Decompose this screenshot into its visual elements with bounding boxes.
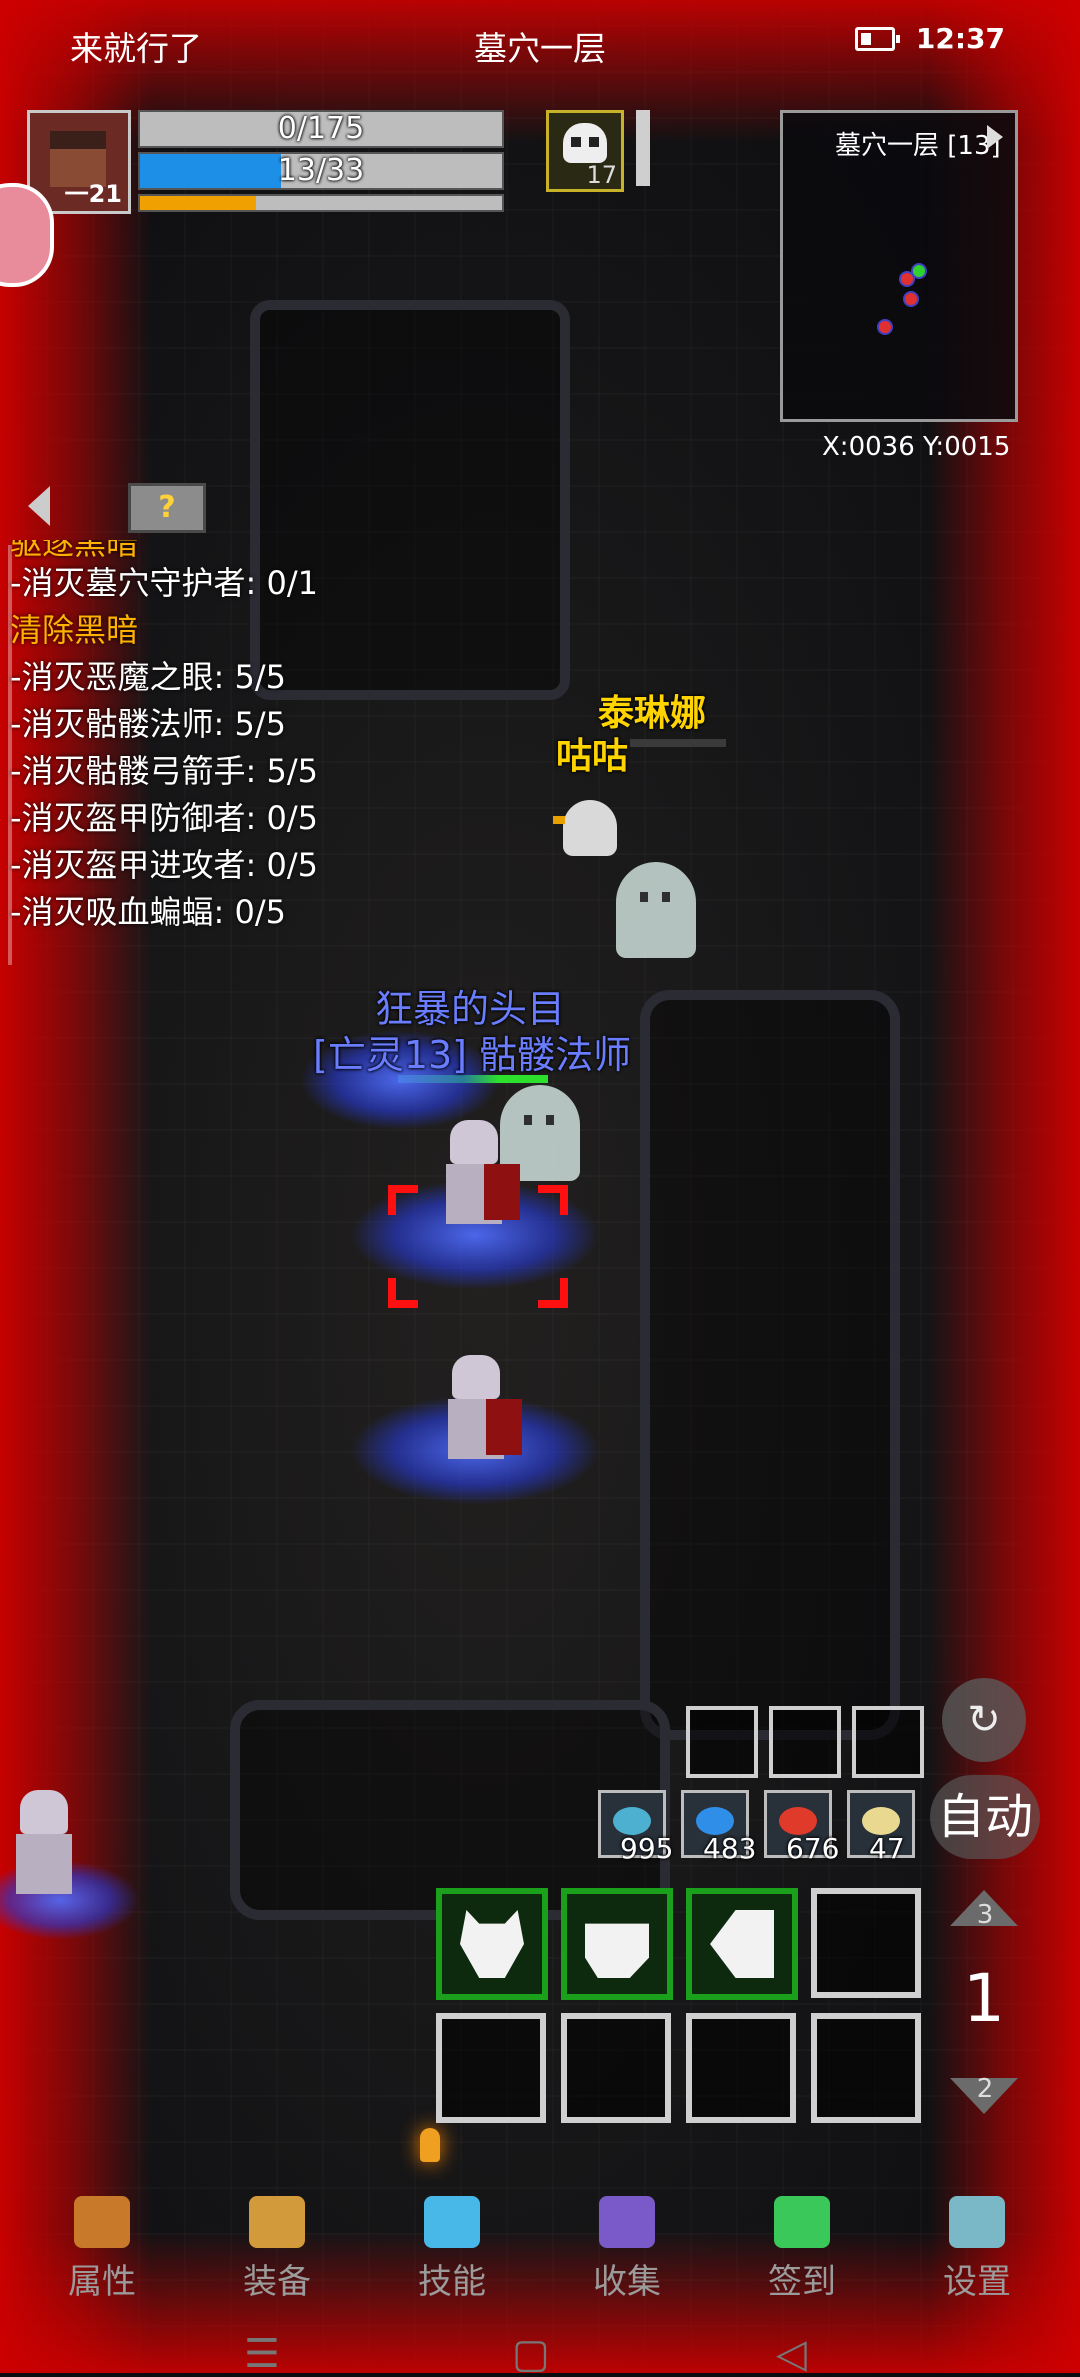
empty-item-slot[interactable] — [769, 1706, 841, 1778]
nav-label: 装备 — [243, 2262, 311, 2302]
box-icon — [599, 2196, 655, 2248]
nav-label: 技能 — [418, 2262, 486, 2302]
demon-skill-icon — [460, 1910, 524, 1978]
quest-objective: -消灭盔甲进攻者: 0/5 — [10, 846, 319, 884]
target-bracket — [538, 1278, 568, 1308]
mp-text: 13/33 — [277, 153, 365, 188]
skill-slot-3[interactable] — [686, 1888, 798, 2000]
red-fish-icon — [779, 1807, 817, 1835]
help-button[interactable]: ? — [128, 483, 206, 533]
quest-title: 驱逐黑暗 — [10, 540, 139, 560]
skill-slot-2[interactable] — [561, 1888, 673, 2000]
empty-skill-slot[interactable] — [436, 2013, 546, 2123]
empty-skill-slot[interactable] — [811, 2013, 921, 2123]
quest-list[interactable]: 驱逐黑暗 -消灭墓穴守护者: 0/1 清除黑暗 -消灭恶魔之眼: 5/5 -消灭骷髅法… — [10, 540, 430, 936]
minimap-marker — [905, 293, 917, 305]
quest-objective: -消灭骷髅弓箭手: 5/5 — [10, 752, 319, 790]
nav-label: 收集 — [593, 2262, 661, 2302]
quest-objective: -消灭吸血蝙蝠: 0/5 — [10, 893, 287, 931]
skill-page-down-number: 2 — [976, 2074, 994, 2104]
empty-skill-slot[interactable] — [811, 1888, 921, 1998]
player-coordinates: X:0036 Y:0015 — [822, 432, 1011, 462]
minimap-expand-icon[interactable] — [987, 125, 1003, 149]
fist-skill-icon — [585, 1923, 649, 1978]
gear-icon — [949, 2196, 1005, 2248]
fish-icon — [613, 1807, 651, 1835]
target-bracket — [388, 1278, 418, 1308]
nav-gear[interactable]: 设置 — [917, 2196, 1037, 2303]
skill-slot-1[interactable] — [436, 1888, 548, 2000]
refresh-icon: ↻ — [967, 1697, 1001, 1743]
crystal-icon — [424, 2196, 480, 2248]
dungeon-wall — [640, 990, 900, 1740]
skull-icon — [563, 123, 607, 163]
status-bar: 来就行了 墓穴一层 12:37 — [0, 0, 1080, 90]
skeleton-mage[interactable] — [432, 1355, 522, 1465]
minimap-player-marker — [913, 265, 925, 277]
mp-bar: 13/33 — [138, 152, 504, 190]
nav-label: 签到 — [768, 2262, 836, 2302]
item-count: 676 — [786, 1832, 840, 1865]
home-icon[interactable]: ▢ — [512, 2331, 550, 2377]
quest-objective: -消灭盔甲防御者: 0/5 — [10, 799, 319, 837]
slash-skill-icon — [710, 1910, 774, 1978]
wall-torch — [420, 2128, 440, 2162]
nav-crystal[interactable]: 技能 — [392, 2196, 512, 2303]
nav-label: 属性 — [68, 2262, 136, 2302]
item-count: 483 — [703, 1832, 757, 1865]
minimap-marker — [901, 273, 913, 285]
pet-portrait[interactable]: 17 — [546, 110, 624, 192]
empty-skill-slot[interactable] — [561, 2013, 671, 2123]
skill-page-current: 1 — [963, 1960, 1005, 2037]
gem-icon — [774, 2196, 830, 2248]
item-count: 995 — [620, 1832, 674, 1865]
boss-name: [亡灵13] 骷髅法师 — [313, 1033, 632, 1077]
minimap-marker — [879, 321, 891, 333]
system-navigation: ☰ ▢ ◁ — [0, 2325, 1080, 2377]
menu-icon[interactable]: ☰ — [244, 2331, 280, 2377]
target-bracket — [388, 1185, 418, 1215]
empty-item-slot[interactable] — [852, 1706, 924, 1778]
nav-box[interactable]: 收集 — [567, 2196, 687, 2303]
player-level: 一21 — [64, 180, 122, 208]
empty-skill-slot[interactable] — [686, 2013, 796, 2123]
skeleton-mage-boss[interactable] — [430, 1120, 520, 1230]
pot-icon — [249, 2196, 305, 2248]
nav-pot[interactable]: 装备 — [217, 2196, 337, 2303]
collapse-quests-icon[interactable] — [28, 486, 50, 526]
ghost-companion[interactable] — [616, 862, 696, 958]
battery-icon — [855, 27, 900, 51]
pet-count: 17 — [586, 161, 617, 189]
pet-hp-bar — [636, 110, 650, 186]
scroll-icon — [862, 1807, 900, 1835]
blue-fish-icon — [696, 1807, 734, 1835]
nav-gem[interactable]: 签到 — [742, 2196, 862, 2303]
minimap-title: 墓穴一层 [13] — [835, 131, 1001, 161]
quest-title: 清除黑暗 — [10, 611, 139, 649]
nav-label: 设置 — [943, 2262, 1011, 2302]
companion-hp-bar — [630, 739, 726, 747]
quest-objective: -消灭墓穴守护者: 0/1 — [10, 564, 319, 602]
empty-item-slot[interactable] — [686, 1706, 758, 1778]
back-icon[interactable]: ◁ — [776, 2331, 807, 2377]
clock-time: 12:37 — [915, 22, 1005, 55]
xp-bar — [138, 194, 504, 212]
hp-bar: 0/175 — [138, 110, 504, 148]
duck-name: 咕咕 — [556, 736, 629, 777]
item-count: 47 — [869, 1832, 905, 1865]
target-bracket — [538, 1185, 568, 1215]
minimap[interactable]: 墓穴一层 [13] — [780, 110, 1018, 422]
quest-objective: -消灭恶魔之眼: 5/5 — [10, 658, 287, 696]
auto-button[interactable]: 自动 — [930, 1775, 1040, 1859]
duck-pet[interactable] — [553, 800, 617, 856]
quest-objective: -消灭骷髅法师: 5/5 — [10, 705, 287, 743]
skill-page-up-number: 3 — [976, 1900, 994, 1930]
refresh-button[interactable]: ↻ — [942, 1678, 1026, 1762]
helmet-icon — [74, 2196, 130, 2248]
hp-text: 0/175 — [277, 111, 365, 146]
nav-helmet[interactable]: 属性 — [42, 2196, 162, 2303]
